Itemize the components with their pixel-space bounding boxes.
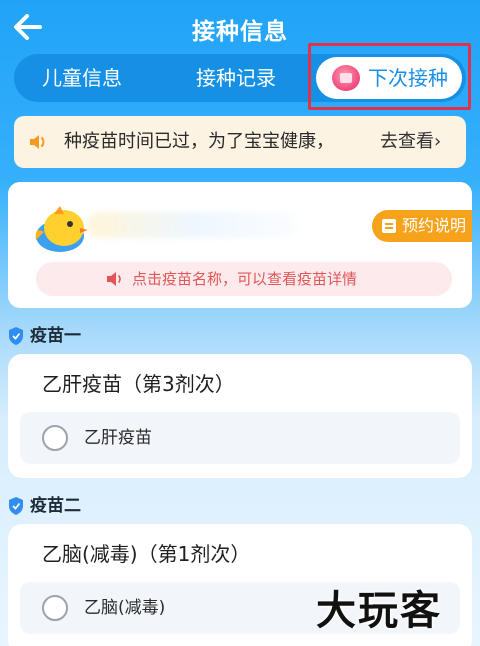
vaccine-option-row[interactable]: 乙肝疫苗 xyxy=(20,412,460,464)
appointment-info-label: 预约说明 xyxy=(402,216,467,235)
tab-vaccination-record[interactable]: 接种记录 xyxy=(196,54,276,102)
radio-button[interactable] xyxy=(42,425,68,451)
shield-icon xyxy=(9,497,23,515)
section-label: 疫苗二 xyxy=(30,496,81,516)
highlight-box xyxy=(308,43,471,110)
chevron-right-icon: › xyxy=(434,131,442,152)
vaccine-detail-hint: 点击疫苗名称，可以查看疫苗详情 xyxy=(36,262,452,296)
radio-button[interactable] xyxy=(42,595,68,621)
child-profile-card: 预约说明 点击疫苗名称，可以查看疫苗详情 xyxy=(8,182,472,308)
tab-child-info[interactable]: 儿童信息 xyxy=(42,54,122,102)
vaccine-name[interactable]: 乙肝疫苗（第3剂次） xyxy=(42,368,235,397)
vaccine-option-label: 乙脑(减毒) xyxy=(84,598,166,618)
shield-icon xyxy=(9,327,23,345)
vaccine-card: 乙肝疫苗（第3剂次） 乙肝疫苗 xyxy=(8,354,472,478)
vaccine-option-label: 乙肝疫苗 xyxy=(84,428,152,448)
speaker-icon xyxy=(30,135,45,149)
bird-avatar-icon xyxy=(35,206,88,252)
view-link[interactable]: 去查看› xyxy=(380,116,441,168)
view-link-label: 去查看 xyxy=(380,131,434,152)
section-label: 疫苗一 xyxy=(30,326,81,346)
child-name-blurred xyxy=(88,212,298,238)
notice-banner[interactable]: 种疫苗时间已过，为了宝宝健康， 去查看› xyxy=(14,116,466,168)
hint-text: 点击疫苗名称，可以查看疫苗详情 xyxy=(132,270,358,288)
document-icon xyxy=(382,219,396,233)
watermark: 大玩客 xyxy=(316,588,442,634)
speaker-icon xyxy=(107,272,121,286)
page-title: 接种信息 xyxy=(192,19,288,45)
appointment-info-button[interactable]: 预约说明 xyxy=(372,210,472,242)
notice-text: 种疫苗时间已过，为了宝宝健康， xyxy=(64,131,334,152)
vaccine-name[interactable]: 乙脑(减毒)（第1剂次） xyxy=(42,538,250,567)
